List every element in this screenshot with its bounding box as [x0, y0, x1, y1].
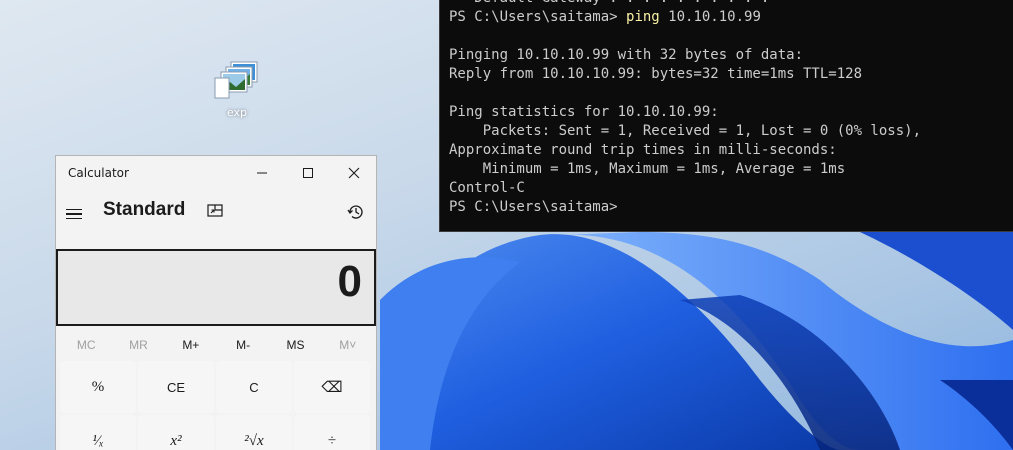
close-button[interactable] — [331, 156, 376, 190]
powershell-terminal[interactable]: Default Gateway . . . . . . . . . : PS C… — [439, 0, 1013, 232]
terminal-line: Pinging 10.10.10.99 with 32 bytes of dat… — [449, 47, 804, 63]
terminal-line: Reply from 10.10.10.99: bytes=32 time=1m… — [449, 66, 863, 82]
memory-add-button[interactable]: M+ — [165, 334, 217, 356]
terminal-line: Minimum = 1ms, Maximum = 1ms, Average = … — [449, 161, 846, 177]
maximize-icon — [303, 168, 313, 178]
keep-on-top-button[interactable] — [206, 202, 224, 224]
minimize-icon — [257, 172, 267, 174]
clear-button[interactable]: C — [216, 361, 292, 413]
menu-hamburger-icon[interactable] — [66, 204, 86, 224]
calculator-window: Calculator Standard 0 MC MR M+ M- MS M˅ … — [55, 155, 377, 450]
percent-button[interactable]: % — [60, 361, 136, 413]
history-icon — [347, 205, 363, 219]
memory-list-button[interactable]: M˅ — [322, 334, 374, 356]
terminal-line: Approximate round trip times in milli-se… — [449, 142, 837, 158]
terminal-prompt-line[interactable]: PS C:\Users\saitama> — [449, 198, 921, 217]
memory-recall-button[interactable]: MR — [112, 334, 164, 356]
reciprocal-button[interactable]: ¹⁄ₓ — [60, 415, 136, 450]
square-root-button[interactable]: ²√x — [216, 415, 292, 450]
history-button[interactable] — [346, 202, 366, 226]
memory-clear-button[interactable]: MC — [60, 334, 112, 356]
calculator-mode-title: Standard — [103, 199, 186, 220]
keep-on-top-icon — [207, 204, 223, 217]
calculator-display: 0 — [56, 249, 376, 326]
terminal-line: Packets: Sent = 1, Received = 1, Lost = … — [449, 123, 922, 139]
calculator-titlebar[interactable]: Calculator — [56, 156, 376, 190]
close-icon — [348, 167, 360, 179]
command-args: 10.10.10.99 — [659, 9, 761, 25]
memory-store-button[interactable]: MS — [269, 334, 321, 356]
terminal-line: Control-C — [449, 180, 525, 196]
window-title: Calculator — [68, 166, 129, 180]
desktop-icon-exp[interactable]: exp — [206, 60, 268, 119]
prompt: PS C:\Users\saitama> — [449, 9, 627, 25]
clear-entry-button[interactable]: CE — [138, 361, 214, 413]
terminal-line: Default Gateway . . . . . . . . . : — [449, 0, 921, 8]
memory-subtract-button[interactable]: M- — [217, 334, 269, 356]
backspace-button[interactable]: ⌫ — [294, 361, 370, 413]
desktop-icon-label: exp — [226, 106, 248, 119]
terminal-line-command: PS C:\Users\saitama> ping 10.10.10.99 — [449, 8, 921, 27]
keypad: % CE C ⌫ ¹⁄ₓ x² ²√x ÷ — [60, 361, 374, 450]
maximize-button[interactable] — [285, 156, 331, 190]
terminal-line: Ping statistics for 10.10.10.99: — [449, 104, 719, 120]
square-button[interactable]: x² — [138, 415, 214, 450]
command-name: ping — [626, 9, 660, 25]
terminal-output: Default Gateway . . . . . . . . . : PS C… — [449, 0, 921, 217]
display-value: 0 — [337, 257, 362, 306]
calculator-header: Standard — [56, 190, 376, 250]
divide-button[interactable]: ÷ — [294, 415, 370, 450]
image-folder-icon — [213, 60, 261, 102]
memory-row: MC MR M+ M- MS M˅ — [60, 334, 374, 356]
minimize-button[interactable] — [239, 156, 285, 190]
